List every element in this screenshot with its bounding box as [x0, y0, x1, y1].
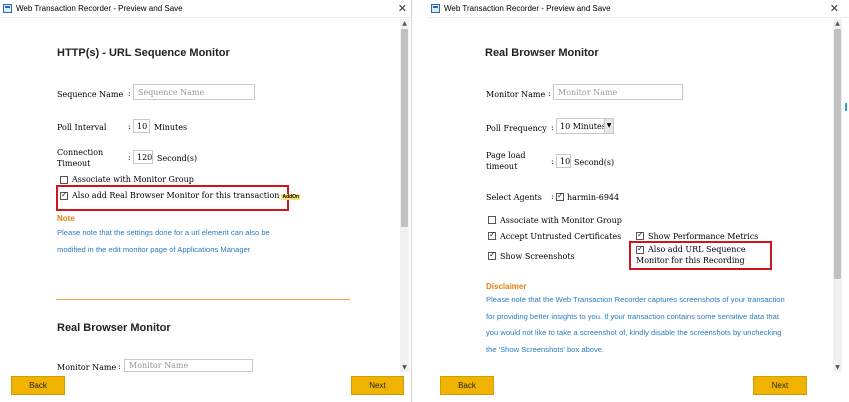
- page-title: Real Browser Monitor: [485, 47, 599, 59]
- associate-group-checkbox[interactable]: [60, 176, 68, 184]
- associate-group-checkbox[interactable]: [488, 216, 496, 224]
- show-perf-checkbox[interactable]: [636, 230, 644, 240]
- poll-frequency-value: 10 Minutes: [560, 122, 606, 131]
- also-add-rbm-checkbox[interactable]: [60, 190, 68, 200]
- scroll-thumb[interactable]: [401, 29, 408, 227]
- right-titlebar: Web Transaction Recorder - Preview and S…: [428, 0, 849, 18]
- window-title: Web Transaction Recorder - Preview and S…: [16, 4, 183, 13]
- monitor-name-input[interactable]: Monitor Name: [124, 359, 253, 372]
- poll-interval-unit: Minutes: [154, 123, 188, 132]
- show-screenshots-checkbox[interactable]: [488, 250, 496, 260]
- next-button[interactable]: Next: [753, 376, 807, 395]
- page-load-timeout-unit: Second(s): [574, 158, 615, 167]
- colon: :: [118, 362, 121, 371]
- agent-checkbox[interactable]: [556, 191, 564, 201]
- page-title: HTTP(s) - URL Sequence Monitor: [57, 47, 230, 59]
- close-icon[interactable]: ✕: [398, 2, 407, 15]
- also-add-rbm-text: Also add Real Browser Monitor for this t…: [72, 191, 280, 200]
- associate-group-label: Associate with Monitor Group: [500, 216, 622, 225]
- window-title: Web Transaction Recorder - Preview and S…: [444, 4, 611, 13]
- colon: :: [128, 153, 131, 162]
- colon: :: [551, 157, 554, 166]
- agent-label: harmin-6944: [567, 193, 620, 202]
- note-text: Please note that the settings done for a…: [57, 228, 270, 254]
- section-divider: [56, 299, 350, 300]
- colon: :: [551, 192, 554, 201]
- poll-interval-label: Poll Interval: [57, 123, 107, 132]
- scroll-thumb[interactable]: [834, 29, 841, 279]
- chevron-down-icon: ▼: [604, 119, 613, 133]
- colon: :: [128, 122, 131, 131]
- also-add-rbm-label: Also add Real Browser Monitor for this t…: [72, 190, 301, 203]
- disclaimer-text: Please note that the Web Transaction Rec…: [486, 295, 785, 354]
- show-screenshots-label: Show Screenshots: [500, 252, 575, 261]
- left-titlebar: Web Transaction Recorder - Preview and S…: [0, 0, 411, 18]
- section-title: Real Browser Monitor: [57, 322, 171, 334]
- sequence-name-input[interactable]: Sequence Name: [133, 84, 255, 100]
- left-scrollbar[interactable]: ▲ ▼: [400, 19, 409, 372]
- page-load-timeout-label: Page load timeout: [486, 151, 526, 171]
- colon: :: [548, 89, 551, 98]
- associate-group-label: Associate with Monitor Group: [72, 175, 194, 184]
- right-scrollbar[interactable]: ▲ ▼: [833, 19, 842, 372]
- scroll-up-icon[interactable]: ▲: [400, 19, 409, 28]
- accept-certs-checkbox[interactable]: [488, 230, 496, 240]
- monitor-name-label: Monitor Name: [57, 363, 117, 372]
- sequence-name-label: Sequence Name: [57, 90, 124, 99]
- left-content: HTTP(s) - URL Sequence Monitor Sequence …: [0, 19, 400, 372]
- app-icon: [3, 4, 12, 13]
- poll-frequency-select[interactable]: 10 Minutes ▼: [556, 118, 614, 134]
- app-icon: [431, 4, 440, 13]
- scroll-up-icon[interactable]: ▲: [833, 19, 842, 28]
- colon: :: [551, 123, 554, 132]
- note-heading: Note: [57, 214, 75, 223]
- left-window: Web Transaction Recorder - Preview and S…: [0, 0, 412, 402]
- select-agents-label: Select Agents: [486, 193, 542, 202]
- back-button[interactable]: Back: [440, 376, 494, 395]
- disclaimer-heading: Disclaimer: [486, 282, 527, 291]
- scroll-down-icon[interactable]: ▼: [400, 363, 409, 372]
- colon: :: [128, 89, 131, 98]
- addon-badge: AddOn: [281, 194, 301, 200]
- poll-frequency-label: Poll Frequency: [486, 124, 547, 133]
- close-icon[interactable]: ✕: [830, 2, 839, 15]
- monitor-name-input[interactable]: Monitor Name: [553, 84, 683, 100]
- scroll-down-icon[interactable]: ▼: [833, 363, 842, 372]
- poll-interval-input[interactable]: 10: [133, 119, 150, 133]
- page-load-timeout-input[interactable]: 10: [556, 154, 571, 168]
- right-content: Real Browser Monitor Monitor Name : Moni…: [428, 19, 833, 372]
- edge-marker: [845, 103, 847, 111]
- accept-certs-label: Accept Untrusted Certificates: [500, 232, 622, 241]
- monitor-name-label: Monitor Name: [486, 90, 546, 99]
- connection-timeout-label: Connection Timeout: [57, 148, 104, 168]
- next-button[interactable]: Next: [351, 376, 404, 395]
- connection-timeout-input[interactable]: 120: [133, 150, 153, 164]
- right-window: Web Transaction Recorder - Preview and S…: [428, 0, 849, 402]
- back-button[interactable]: Back: [11, 376, 65, 395]
- also-add-url-label: Also add URL Sequence Monitor for this R…: [636, 245, 746, 265]
- connection-timeout-unit: Second(s): [157, 154, 198, 163]
